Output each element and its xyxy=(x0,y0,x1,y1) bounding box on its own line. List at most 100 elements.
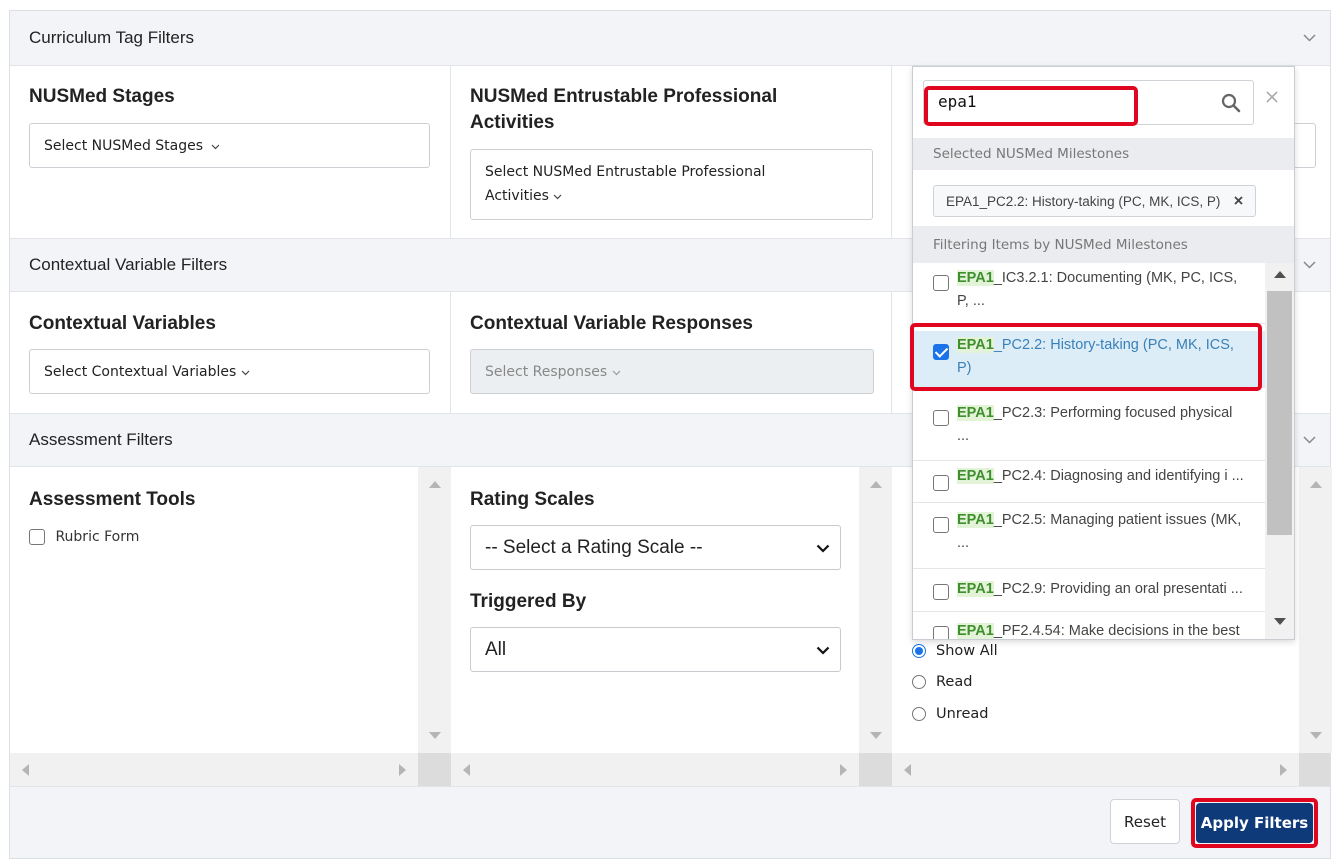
scroll-right-icon[interactable] xyxy=(1280,763,1287,776)
scroll-up-icon[interactable] xyxy=(1273,271,1286,278)
unread-radio[interactable] xyxy=(912,707,926,721)
match-highlight: EPA1 xyxy=(957,270,994,286)
scroll-corner xyxy=(859,753,892,786)
apply-filters-highlight xyxy=(1191,798,1318,848)
milestone-item[interactable]: EPA1_PC2.4: Diagnosing and identifying i… xyxy=(913,461,1265,503)
milestone-item[interactable]: EPA1_PF2.4.54: Make decisions in the bes… xyxy=(913,612,1265,639)
vertical-scrollbar[interactable] xyxy=(859,467,892,753)
stages-select-label: Select NUSMed Stages xyxy=(44,138,204,154)
milestone-item[interactable]: EPA1_PC2.3: Performing focused physical … xyxy=(913,398,1265,461)
contextual-responses-label: Select Responses xyxy=(485,364,608,380)
milestone-item-line1: EPA1_PF2.4.54: Make decisions in the bes… xyxy=(957,620,1255,639)
milestone-item[interactable]: EPA1_PC2.9: Providing an oral presentati… xyxy=(913,569,1265,612)
rubric-form-checkbox[interactable] xyxy=(29,529,45,545)
stages-select[interactable]: Select NUSMed Stages xyxy=(29,123,430,168)
curriculum-section-header[interactable]: Curriculum Tag Filters xyxy=(10,11,1330,66)
scroll-thumb[interactable] xyxy=(1267,291,1292,535)
selected-milestone-chip[interactable]: EPA1_PC2.2: History-taking (PC, MK, ICS,… xyxy=(933,185,1257,217)
vertical-scrollbar[interactable] xyxy=(418,467,451,753)
read-status-read[interactable]: Read xyxy=(912,674,972,690)
chevron-down-icon xyxy=(241,364,250,380)
scroll-left-icon[interactable] xyxy=(22,763,29,776)
contextual-responses-select: Select Responses xyxy=(470,349,874,394)
contextual-variables-label: Select Contextual Variables xyxy=(44,364,237,380)
rubric-form-option[interactable]: Rubric Form xyxy=(29,529,139,545)
scroll-up-icon[interactable] xyxy=(869,481,882,488)
milestone-item-text: _PF2.4.54: Make decisions in the best xyxy=(993,623,1240,639)
scroll-left-icon[interactable] xyxy=(463,763,470,776)
milestone-item-text: _PC2.5: Managing patient issues (MK, xyxy=(993,512,1242,528)
epa-select-label-line2: Activities xyxy=(485,184,858,208)
triggered-by-select[interactable]: All xyxy=(470,627,841,672)
milestone-item-line2: P, ... xyxy=(957,293,985,309)
column-divider xyxy=(891,66,892,238)
scroll-down-icon[interactable] xyxy=(869,732,882,739)
milestone-checkbox[interactable] xyxy=(933,584,949,600)
milestone-checkbox[interactable] xyxy=(933,275,949,291)
contextual-variables-select[interactable]: Select Contextual Variables xyxy=(29,349,430,394)
column-divider xyxy=(450,66,451,238)
chevron-down-icon xyxy=(612,364,621,380)
milestone-item-text: _PC2.3: Performing focused physical xyxy=(993,405,1233,421)
contextual-responses-title: Contextual Variable Responses xyxy=(470,313,753,334)
horizontal-scrollbar[interactable] xyxy=(10,753,418,786)
scroll-corner xyxy=(1299,753,1330,786)
horizontal-scrollbar[interactable] xyxy=(451,753,859,786)
scroll-down-icon[interactable] xyxy=(428,732,441,739)
rubric-form-label: Rubric Form xyxy=(55,529,140,545)
milestone-item-line1: EPA1_PC2.9: Providing an oral presentati… xyxy=(957,578,1255,601)
milestone-checkbox[interactable] xyxy=(933,475,949,491)
column-divider xyxy=(891,292,892,413)
read-radio[interactable] xyxy=(912,675,926,689)
milestone-checkbox[interactable] xyxy=(933,517,949,533)
milestone-item-line1: EPA1_PC2.3: Performing focused physical xyxy=(957,402,1255,425)
assessment-section-title: Assessment Filters xyxy=(29,430,173,449)
milestone-item-text: _PC2.9: Providing an oral presentati ... xyxy=(993,581,1243,597)
milestone-item-line1: EPA1_PC2.5: Managing patient issues (MK, xyxy=(957,509,1255,532)
scroll-right-icon[interactable] xyxy=(399,763,406,776)
epa-title: NUSMed Entrustable Professional Activiti… xyxy=(470,84,777,136)
stages-title: NUSMed Stages xyxy=(29,86,175,107)
match-highlight: EPA1 xyxy=(957,623,994,639)
search-icon[interactable] xyxy=(1221,93,1241,118)
scroll-down-icon[interactable] xyxy=(1273,618,1286,625)
unread-label: Unread xyxy=(936,706,989,722)
triggered-by-title: Triggered By xyxy=(470,591,587,612)
show-all-radio[interactable] xyxy=(912,644,926,658)
scroll-left-icon[interactable] xyxy=(904,763,911,776)
milestone-checkbox[interactable] xyxy=(933,626,949,639)
chevron-down-icon xyxy=(1303,258,1316,272)
read-status-unread[interactable]: Unread xyxy=(912,706,988,722)
chevron-down-icon xyxy=(1303,433,1316,447)
remove-chip-icon[interactable] xyxy=(1234,194,1243,208)
milestone-item[interactable]: EPA1_PC2.5: Managing patient issues (MK,… xyxy=(913,503,1265,569)
milestone-checkbox[interactable] xyxy=(933,410,949,426)
scroll-up-icon[interactable] xyxy=(428,481,441,488)
epa-title-line2: Activities xyxy=(470,112,555,133)
reset-button[interactable]: Reset xyxy=(1110,799,1180,844)
epa-select-label-line1: Select NUSMed Entrustable Professional xyxy=(485,164,766,180)
read-status-show-all[interactable]: Show All xyxy=(912,643,998,659)
scroll-up-icon[interactable] xyxy=(1309,481,1322,488)
milestone-item-line2: ... xyxy=(957,535,970,551)
milestone-item[interactable]: EPA1_IC3.2.1: Documenting (MK, PC, ICS, … xyxy=(913,263,1265,324)
rating-scale-select[interactable]: -- Select a Rating Scale -- xyxy=(470,525,841,570)
vertical-scrollbar[interactable] xyxy=(1299,467,1332,753)
close-icon[interactable] xyxy=(1266,87,1278,108)
show-all-label: Show All xyxy=(936,643,998,659)
match-highlight: EPA1 xyxy=(957,468,994,484)
match-highlight: EPA1 xyxy=(957,405,994,421)
filtering-items-label: Filtering Items by NUSMed Milestones xyxy=(913,226,1294,263)
selected-milestones-label: Selected NUSMed Milestones xyxy=(913,138,1294,170)
search-highlight xyxy=(924,86,1138,126)
horizontal-scrollbar[interactable] xyxy=(892,753,1299,786)
scroll-right-icon[interactable] xyxy=(840,763,847,776)
chevron-down-icon xyxy=(816,639,830,661)
milestone-item-text: _IC3.2.1: Documenting (MK, PC, ICS, xyxy=(993,270,1238,286)
dropdown-scrollbar[interactable] xyxy=(1265,263,1294,639)
selected-milestone-chip-label: EPA1_PC2.2: History-taking (PC, MK, ICS,… xyxy=(946,193,1221,209)
triggered-by-value: All xyxy=(485,638,507,660)
epa-select[interactable]: Select NUSMed Entrustable Professional A… xyxy=(470,149,873,220)
scroll-down-icon[interactable] xyxy=(1309,732,1322,739)
rating-scale-value: -- Select a Rating Scale -- xyxy=(485,536,703,558)
